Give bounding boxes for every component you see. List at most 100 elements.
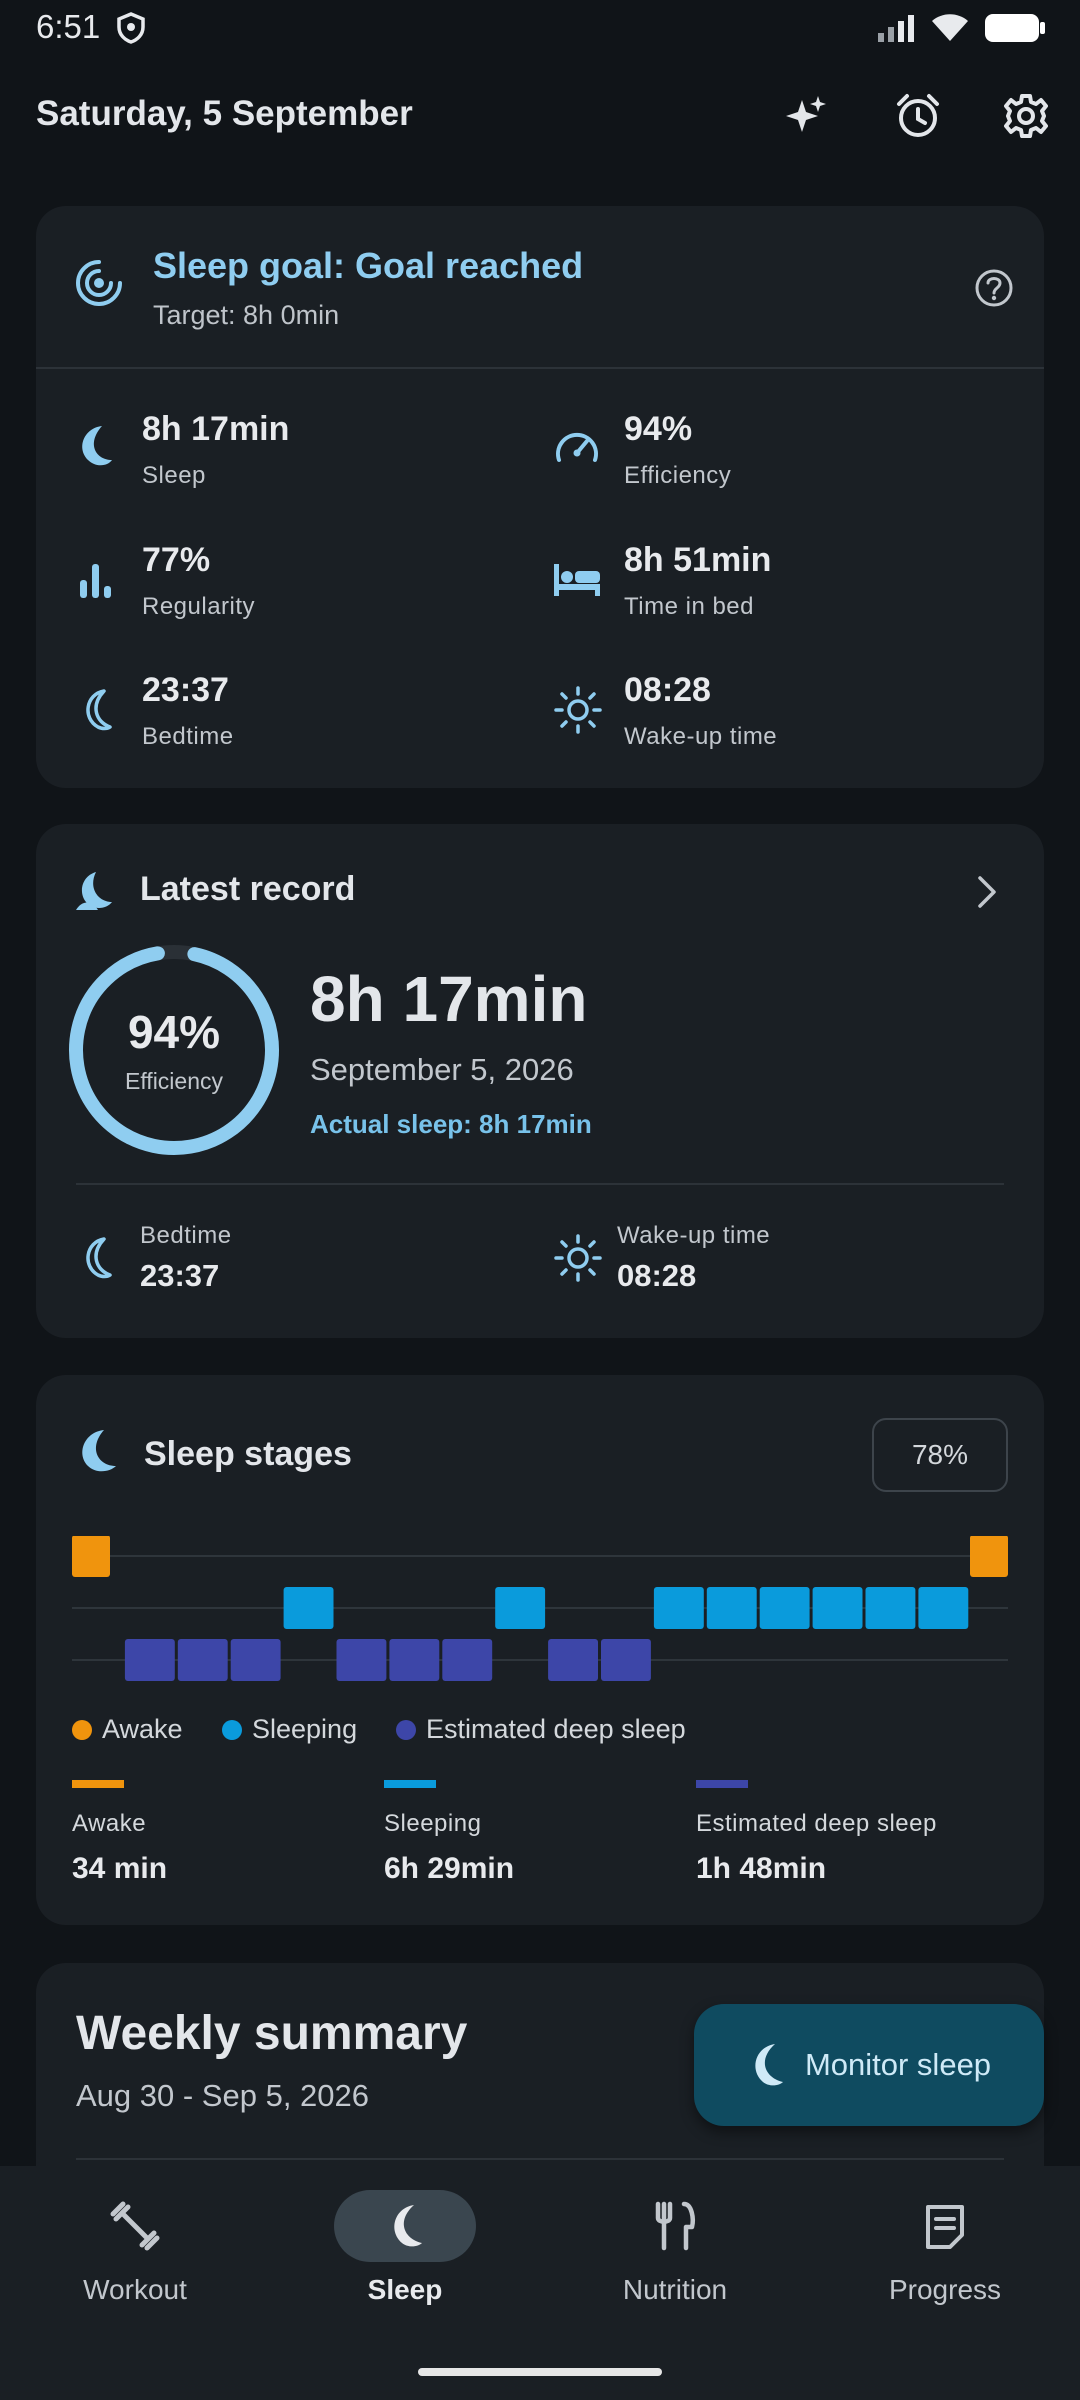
target-icon <box>74 258 124 313</box>
monitor-sleep-label: Monitor sleep <box>804 2047 992 2082</box>
chevron-right-icon[interactable] <box>970 872 1002 917</box>
sleep-stages-title: Sleep stages <box>144 1435 352 1473</box>
goal-title: Sleep goal: Goal reached <box>153 245 584 286</box>
sun-icon <box>554 686 602 739</box>
record-bedtime-value: 23:37 <box>140 1258 220 1293</box>
stat-efficiency-label: Efficiency <box>624 462 732 489</box>
stage-segment-awake <box>72 1535 110 1577</box>
nav-item-sleep[interactable]: Sleep <box>305 2190 505 2306</box>
stage-segment-sleeping <box>918 1587 969 1629</box>
battery-icon <box>985 14 1045 42</box>
summary-sleeping-label: Sleeping <box>384 1810 482 1837</box>
legend-sleeping-label: Sleeping <box>252 1714 358 1744</box>
nav-item-workout[interactable]: Workout <box>35 2190 235 2306</box>
nav-item-progress[interactable]: Progress <box>845 2190 1045 2306</box>
legend-sleeping: Sleeping <box>222 1714 357 1745</box>
stage-segment-sleeping <box>495 1587 546 1629</box>
summary-awake-label: Awake <box>72 1810 147 1837</box>
fork-knife-icon <box>655 2201 695 2251</box>
nav-progress-label: Progress <box>888 2274 1002 2305</box>
efficiency-percent: 94% <box>127 1006 221 1058</box>
stat-sleep-value: 8h 17min <box>142 410 290 448</box>
divider <box>36 367 1044 369</box>
wifi-icon <box>932 14 968 41</box>
legend-awake: Awake <box>72 1714 183 1745</box>
gear-icon[interactable] <box>998 88 1054 144</box>
legend-dot-awake <box>72 1719 92 1740</box>
record-wake-value: 08:28 <box>617 1258 697 1293</box>
status-icons <box>876 12 1046 44</box>
stage-segment-deep <box>548 1639 598 1681</box>
nav-sleep-label: Sleep <box>367 2274 443 2305</box>
stage-segment-deep <box>124 1639 175 1681</box>
deep-color-bar <box>696 1780 748 1788</box>
stat-bedtime-label: Bedtime <box>142 723 234 750</box>
nav-nutrition-pill <box>604 2190 746 2262</box>
moon-sleep-icon <box>74 870 116 917</box>
dumbbell-icon <box>110 2201 160 2251</box>
stage-segment-sleeping <box>706 1587 757 1629</box>
efficiency-label: Efficiency <box>124 1068 223 1094</box>
stage-segment-sleeping <box>653 1587 704 1629</box>
stage-segment-sleeping <box>283 1587 334 1629</box>
bar-chart-icon <box>78 560 114 605</box>
summary-deep-value: 1h 48min <box>696 1852 827 1885</box>
stat-wake-label: Wake-up time <box>624 723 778 750</box>
stat-sleep-label: Sleep <box>142 462 206 489</box>
stages-svg <box>72 1535 1008 1681</box>
summary-sleeping-value: 6h 29min <box>384 1852 515 1885</box>
stage-segment-deep <box>442 1639 493 1681</box>
page-title: Saturday, 5 September <box>36 94 413 133</box>
monitor-sleep-button[interactable]: Monitor sleep <box>694 2004 1044 2126</box>
nav-sleep-pill <box>334 2190 476 2262</box>
record-wake-label: Wake-up time <box>617 1222 771 1249</box>
document-icon <box>926 2205 964 2249</box>
nav-workout-label: Workout <box>83 2274 187 2305</box>
stage-segment-deep <box>177 1639 228 1681</box>
divider <box>76 2158 1004 2160</box>
legend-awake-label: Awake <box>102 1714 183 1744</box>
moon-outline-icon <box>78 688 112 737</box>
record-duration: 8h 17min <box>310 963 588 1035</box>
moon-outline-icon <box>78 1236 112 1285</box>
legend-dot-deep <box>396 1719 416 1740</box>
nav-nutrition-label: Nutrition <box>622 2274 728 2305</box>
stat-regularity-label: Regularity <box>142 593 256 620</box>
stat-time-in-bed-value: 8h 51min <box>624 541 772 579</box>
stage-segment-sleeping <box>812 1587 863 1629</box>
stage-segment-deep <box>601 1639 651 1681</box>
help-icon[interactable] <box>974 268 1014 313</box>
status-time: 6:51 <box>36 8 101 45</box>
score-badge: 78% <box>872 1418 1008 1492</box>
shield-icon <box>116 12 146 49</box>
awake-color-bar <box>72 1780 124 1788</box>
legend-deep: Estimated deep sleep <box>396 1714 686 1745</box>
stat-efficiency-value: 94% <box>624 410 693 448</box>
nav-workout-pill <box>64 2190 206 2262</box>
goal-target: Target: 8h 0min <box>153 300 340 330</box>
moon-icon <box>74 424 114 475</box>
record-date: September 5, 2026 <box>310 1052 574 1087</box>
signal-icon <box>878 15 914 42</box>
record-bedtime-label: Bedtime <box>140 1222 232 1249</box>
weekly-range: Aug 30 - Sep 5, 2026 <box>76 2078 370 2113</box>
home-indicator[interactable] <box>418 2368 662 2376</box>
summary-awake-value: 34 min <box>72 1852 168 1885</box>
stage-segment-sleeping <box>759 1587 810 1629</box>
stage-segment-sleeping <box>865 1587 916 1629</box>
moon-icon <box>755 2044 783 2086</box>
speedometer-icon <box>554 426 600 471</box>
stage-segment-deep <box>336 1639 387 1681</box>
stat-regularity-value: 77% <box>142 541 211 579</box>
sun-icon <box>554 1234 602 1287</box>
stage-segment-deep <box>389 1639 440 1681</box>
summary-deep-label: Estimated deep sleep <box>696 1810 937 1837</box>
bed-icon <box>552 562 602 603</box>
alarm-icon[interactable] <box>890 88 946 144</box>
actual-sleep: Actual sleep: 8h 17min <box>310 1109 592 1139</box>
sparkle-icon[interactable] <box>778 88 834 144</box>
nav-item-nutrition[interactable]: Nutrition <box>575 2190 775 2306</box>
stage-segment-awake <box>970 1535 1008 1577</box>
legend-dot-sleeping <box>222 1719 242 1740</box>
divider <box>76 1183 1004 1185</box>
